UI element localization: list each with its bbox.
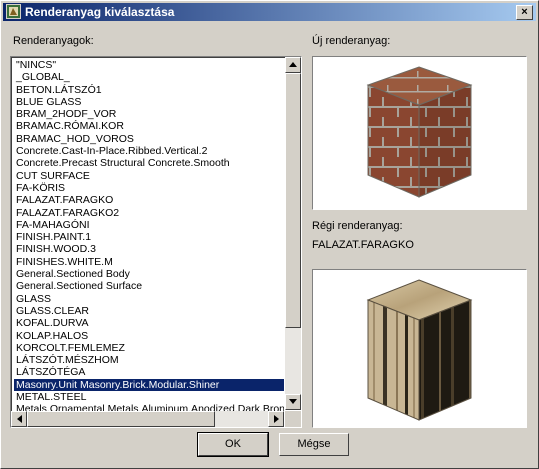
list-item[interactable]: BRAMAC_HOD_VOROS: [14, 133, 284, 145]
stone-cube-image: [366, 279, 473, 421]
list-item[interactable]: Masonry.Unit Masonry.Brick.Modular.Shine…: [14, 378, 284, 392]
scroll-right-icon: [273, 415, 279, 423]
close-icon: ×: [521, 6, 528, 18]
old-material-name: FALAZAT.FARAGKO: [312, 239, 414, 251]
materials-label: Renderanyagok:: [13, 35, 94, 47]
vertical-scrollbar[interactable]: [285, 57, 301, 410]
materials-listbox[interactable]: "NINCS" _GLOBAL_ BETON.LÁTSZÓ1 BLUE GLASS BR…: [10, 56, 302, 428]
list-item[interactable]: FA-KÖRIS: [14, 182, 284, 194]
app-icon: [6, 4, 21, 19]
list-item[interactable]: FA-MAHAGÓNI: [14, 219, 284, 231]
old-material-preview: [312, 269, 527, 428]
dialog-window: Renderanyag kiválasztása × Renderanyagok…: [0, 0, 539, 469]
scroll-left-icon: [16, 415, 22, 423]
ok-button[interactable]: OK: [197, 432, 269, 457]
scroll-down-icon: [289, 399, 297, 404]
list-item[interactable]: KOLAP.HALOS: [14, 330, 284, 342]
title-bar[interactable]: Renderanyag kiválasztása ×: [3, 3, 536, 21]
list-item[interactable]: FALAZAT.FARAGKO2: [14, 207, 284, 219]
new-material-preview: [312, 56, 527, 210]
list-item[interactable]: BRAM_2HODF_VOR: [14, 108, 284, 120]
scroll-down-button[interactable]: [285, 394, 301, 410]
list-item[interactable]: Concrete.Precast Structural Concrete.Smo…: [14, 157, 284, 169]
scroll-up-icon: [289, 62, 297, 67]
scroll-right-button[interactable]: [268, 411, 284, 427]
scrollbar-corner: [285, 411, 301, 427]
cancel-button[interactable]: Mégse: [279, 433, 349, 456]
new-material-label: Új renderanyag:: [312, 35, 391, 47]
list-item[interactable]: LÁTSZÓT.MÉSZHOM: [14, 354, 284, 366]
list-item[interactable]: FALAZAT.FARAGKO: [14, 194, 284, 206]
list-item[interactable]: General.Sectioned Surface: [14, 280, 284, 292]
brick-cube-image: [366, 66, 473, 198]
materials-list[interactable]: "NINCS" _GLOBAL_ BETON.LÁTSZÓ1 BLUE GLASS BR…: [14, 59, 284, 416]
old-material-label: Régi renderanyag:: [312, 220, 403, 232]
window-title: Renderanyag kiválasztása: [25, 5, 175, 19]
list-item[interactable]: KOFAL.DURVA: [14, 317, 284, 329]
list-item[interactable]: CUT SURFACE: [14, 170, 284, 182]
list-item[interactable]: METAL.STEEL: [14, 391, 284, 403]
scroll-left-button[interactable]: [11, 411, 27, 427]
list-item[interactable]: KORCOLT.FEMLEMEZ: [14, 342, 284, 354]
list-item[interactable]: FINISH.PAINT.1: [14, 231, 284, 243]
list-item[interactable]: "NINCS": [14, 59, 284, 71]
list-item[interactable]: FINISH.WOOD.3: [14, 243, 284, 255]
vertical-scroll-thumb[interactable]: [285, 73, 301, 328]
list-item[interactable]: LÁTSZÓTÉGA: [14, 366, 284, 378]
list-item[interactable]: General.Sectioned Body: [14, 268, 284, 280]
list-item[interactable]: GLASS: [14, 293, 284, 305]
list-item[interactable]: FINISHES.WHITE.M: [14, 256, 284, 268]
list-item[interactable]: GLASS.CLEAR: [14, 305, 284, 317]
list-item[interactable]: Concrete.Cast-In-Place.Ribbed.Vertical.2: [14, 145, 284, 157]
list-item[interactable]: BLUE GLASS: [14, 96, 284, 108]
horizontal-scrollbar[interactable]: [11, 411, 284, 427]
horizontal-scroll-thumb[interactable]: [27, 411, 215, 427]
list-item[interactable]: BRAMAC.RÓMAI.KOR: [14, 120, 284, 132]
scroll-up-button[interactable]: [285, 57, 301, 73]
list-item[interactable]: _GLOBAL_: [14, 71, 284, 83]
list-item[interactable]: BETON.LÁTSZÓ1: [14, 84, 284, 96]
close-button[interactable]: ×: [516, 5, 533, 20]
